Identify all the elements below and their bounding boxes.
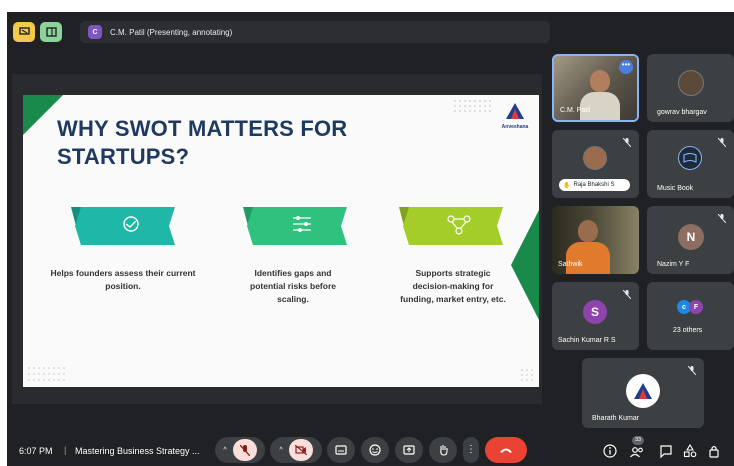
mic-off-icon bbox=[239, 444, 250, 456]
mic-off-icon bbox=[718, 214, 726, 223]
meet-window: C C.M. Patil (Presenting, annotating) An… bbox=[7, 12, 734, 466]
tile-gowrav-bhargav[interactable]: gowrav bhargav bbox=[647, 54, 734, 122]
present-icon bbox=[403, 444, 415, 455]
participant-name: Music Book bbox=[657, 185, 694, 192]
tile-others[interactable]: c F 23 others bbox=[647, 282, 734, 350]
participant-avatar bbox=[626, 374, 660, 408]
caption-3: Supports strategic decision-making for f… bbox=[400, 268, 506, 304]
chevron-up-icon: ^ bbox=[279, 446, 283, 454]
participant-avatar: N bbox=[678, 224, 704, 250]
present-button[interactable] bbox=[13, 22, 35, 42]
participant-name: Nazim Y F bbox=[657, 261, 690, 268]
person-silhouette bbox=[590, 70, 610, 92]
mic-off-icon bbox=[718, 138, 726, 147]
separator: | bbox=[64, 445, 67, 455]
participant-avatar bbox=[678, 146, 702, 170]
more-vert-icon: ⋮ bbox=[466, 444, 476, 455]
raise-hand-button[interactable] bbox=[429, 437, 457, 463]
slide-title: WHY SWOT MATTERS FOR STARTUPS? bbox=[57, 115, 347, 171]
participant-avatar bbox=[678, 70, 704, 96]
presentation-slide: Anveshana WHY SWOT MATTERS FOR STARTUPS?… bbox=[23, 95, 539, 387]
mic-off-button[interactable] bbox=[232, 439, 257, 461]
ribbon-2 bbox=[243, 207, 347, 245]
others-count: 23 others bbox=[673, 327, 703, 334]
tile-sathwik[interactable]: Sathwik bbox=[552, 206, 639, 274]
ribbon-3 bbox=[399, 207, 503, 245]
dot-pattern-bottom bbox=[28, 367, 65, 381]
ribbon-1 bbox=[71, 207, 175, 245]
leave-call-button[interactable] bbox=[485, 437, 527, 463]
presentation-icon bbox=[18, 27, 30, 35]
clock: 6:07 PM bbox=[19, 446, 53, 456]
brand-mark-icon bbox=[634, 383, 652, 399]
presenter-chip[interactable]: C C.M. Patil (Presenting, annotating) bbox=[80, 21, 550, 43]
chevron-up-icon: ^ bbox=[223, 446, 227, 454]
tile-raja-bhakshi[interactable]: ✋ Raja Bhakshi S bbox=[552, 130, 639, 198]
camera-off-button[interactable] bbox=[288, 439, 313, 461]
hang-up-icon bbox=[500, 448, 512, 453]
mic-off-icon bbox=[623, 290, 631, 299]
book-logo-icon bbox=[683, 153, 697, 163]
activities-icon[interactable] bbox=[683, 444, 697, 458]
emoji-button[interactable] bbox=[361, 437, 389, 463]
tile-cm-patil[interactable]: ••• C.M. Patil bbox=[552, 54, 639, 122]
camera-control[interactable]: ^ bbox=[270, 437, 322, 463]
tile-nazim[interactable]: N Nazim Y F bbox=[647, 206, 734, 274]
slide-title-line1: WHY SWOT MATTERS FOR bbox=[57, 116, 348, 141]
caption-1: Helps founders assess their current posi… bbox=[50, 268, 196, 291]
people-button[interactable]: 33 bbox=[627, 436, 647, 460]
dot-pattern-right bbox=[521, 369, 533, 381]
captions-button[interactable] bbox=[327, 437, 355, 463]
hand-icon bbox=[439, 445, 448, 456]
participant-avatar: S bbox=[583, 300, 607, 324]
present-now-button[interactable] bbox=[395, 437, 423, 463]
more-options-button[interactable]: ••• bbox=[619, 60, 633, 74]
emoji-icon bbox=[369, 444, 381, 456]
mic-off-icon bbox=[688, 366, 696, 375]
tile-music-book[interactable]: Music Book bbox=[647, 130, 734, 198]
captions-icon bbox=[335, 445, 347, 455]
others-avatar-2: F bbox=[689, 300, 703, 314]
mic-off-icon bbox=[623, 138, 631, 147]
presenter-label: C.M. Patil (Presenting, annotating) bbox=[110, 27, 233, 37]
participant-name: Sachin Kumar R S bbox=[558, 337, 616, 344]
caption-2: Identifies gaps and potential risks befo… bbox=[250, 268, 336, 304]
host-controls-icon[interactable] bbox=[707, 444, 721, 458]
hand-raised-icon: ✋ bbox=[563, 182, 571, 189]
person-silhouette bbox=[578, 220, 598, 242]
participant-name: Bharath Kumar bbox=[592, 415, 640, 422]
brand-name: Anveshana bbox=[501, 124, 529, 130]
people-count-badge: 33 bbox=[632, 436, 644, 445]
tile-sachin-kumar[interactable]: S Sachin Kumar R S bbox=[552, 282, 639, 350]
more-options-button[interactable]: ⋮ bbox=[463, 437, 479, 463]
camera-off-icon bbox=[294, 445, 307, 455]
chat-icon[interactable] bbox=[659, 444, 673, 458]
meeting-title: Mastering Business Strategy ... bbox=[75, 446, 200, 456]
brand-mark-icon bbox=[506, 103, 524, 119]
layout-icon bbox=[45, 27, 57, 37]
mic-control[interactable]: ^ bbox=[215, 437, 265, 463]
tile-bharath-kumar[interactable]: Bharath Kumar bbox=[582, 358, 704, 428]
presenter-avatar: C bbox=[88, 25, 102, 39]
participant-name: Raja Bhakshi S bbox=[573, 182, 615, 188]
info-icon[interactable] bbox=[603, 444, 617, 458]
brand-logo: Anveshana bbox=[493, 103, 537, 130]
layout-button[interactable] bbox=[40, 22, 62, 42]
participant-avatar bbox=[583, 146, 607, 170]
people-icon bbox=[630, 447, 643, 458]
participant-name: Sathwik bbox=[558, 261, 583, 268]
slide-title-line2: STARTUPS? bbox=[57, 144, 190, 169]
name-chip: ✋ Raja Bhakshi S bbox=[559, 179, 630, 191]
participant-name: gowrav bhargav bbox=[657, 109, 707, 116]
person-body bbox=[566, 242, 610, 274]
participant-name: C.M. Patil bbox=[560, 107, 591, 114]
shared-screen: Anveshana WHY SWOT MATTERS FOR STARTUPS?… bbox=[12, 74, 542, 404]
side-arrow-decoration bbox=[511, 210, 539, 320]
dot-pattern bbox=[454, 100, 491, 112]
